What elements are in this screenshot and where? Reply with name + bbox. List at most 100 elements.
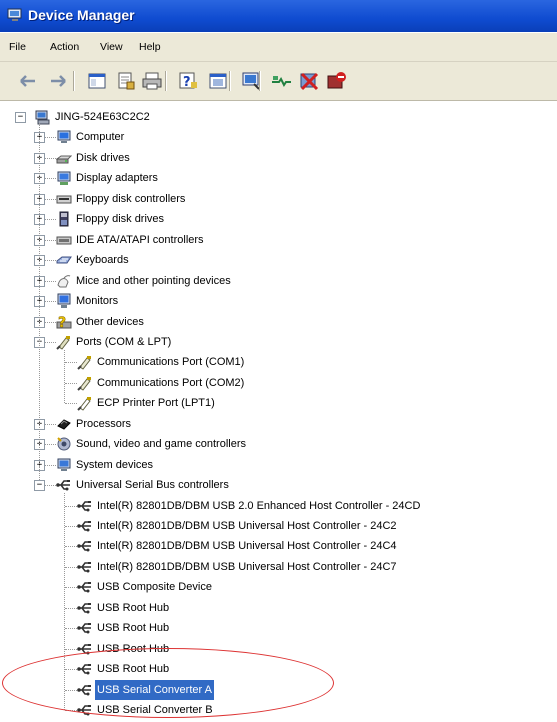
toolbar: ?	[0, 62, 557, 101]
tree-node-label: Intel(R) 82801DB/DBM USB Universal Host …	[97, 520, 397, 532]
sound-icon	[56, 436, 72, 452]
show-hide-tree-icon[interactable]	[86, 70, 108, 92]
usb-icon	[77, 498, 93, 514]
print-icon[interactable]	[141, 70, 163, 92]
tree-node[interactable]: Display adapters	[0, 168, 557, 188]
tree-node-label: ECP Printer Port (LPT1)	[97, 397, 215, 409]
computer-icon	[56, 129, 72, 145]
back-arrow-icon[interactable]	[17, 70, 39, 92]
usb-icon	[77, 600, 93, 616]
tree-node[interactable]: Mice and other pointing devices	[0, 271, 557, 291]
tree-node[interactable]: Computer	[0, 127, 557, 147]
properties-icon[interactable]	[115, 70, 137, 92]
port-icon	[56, 334, 72, 350]
tree-node[interactable]: ECP Printer Port (LPT1)	[0, 393, 557, 413]
usb-icon	[77, 579, 93, 595]
tree-node-label: Display adapters	[76, 172, 158, 184]
tree-node-label: JING-524E63C2C2	[55, 111, 150, 123]
tree-node-label: System devices	[76, 459, 154, 471]
tree-node[interactable]: ? Other devices	[0, 312, 557, 332]
tree-node[interactable]: Floppy disk controllers	[0, 189, 557, 209]
tree-node[interactable]: Floppy disk drives	[0, 209, 557, 229]
system-device-icon	[56, 457, 72, 473]
title-bar[interactable]: Device Manager	[0, 0, 557, 32]
tree-node[interactable]: Intel(R) 82801DB/DBM USB 2.0 Enhanced Ho…	[0, 496, 557, 516]
port-child-icon	[77, 375, 93, 391]
keyboard-icon	[56, 252, 72, 268]
tree-node[interactable]: USB Root Hub	[0, 598, 557, 618]
tree-node-label: Ports (COM & LPT)	[76, 336, 172, 348]
tree-node[interactable]: Intel(R) 82801DB/DBM USB Universal Host …	[0, 536, 557, 556]
tree-node-label: Computer	[76, 131, 125, 143]
disk-drive-icon	[56, 150, 72, 166]
usb-icon	[77, 538, 93, 554]
tree-node-label: USB Composite Device	[97, 581, 212, 593]
tree-node[interactable]: System devices	[0, 455, 557, 475]
usb-icon	[77, 518, 93, 534]
tree-node[interactable]: Keyboards	[0, 250, 557, 270]
tree-node-label: Sound, video and game controllers	[76, 438, 246, 450]
update-driver-icon[interactable]	[270, 70, 292, 92]
tree-node-label: Universal Serial Bus controllers	[76, 479, 229, 491]
forward-arrow-icon[interactable]	[47, 70, 69, 92]
toolbar-separator	[229, 71, 231, 91]
tree-node-label: Intel(R) 82801DB/DBM USB Universal Host …	[97, 561, 397, 573]
device-tree[interactable]: − JING-524E63C2C2 + Computer + Disk drives + Di…	[0, 101, 557, 722]
display-adapter-icon	[56, 170, 72, 186]
mouse-icon	[56, 273, 72, 289]
help-icon[interactable]: ?	[177, 70, 199, 92]
tree-node-label: Mice and other pointing devices	[76, 275, 231, 287]
tree-node-label: Floppy disk controllers	[76, 193, 186, 205]
tree-node[interactable]: JING-524E63C2C2	[0, 107, 557, 127]
monitor-icon	[56, 293, 72, 309]
tree-node[interactable]: Sound, video and game controllers	[0, 434, 557, 454]
tree-node-label: Communications Port (COM2)	[97, 377, 245, 389]
floppy-controller-icon	[56, 191, 72, 207]
svg-text:?: ?	[58, 315, 66, 330]
tree-node[interactable]: USB Root Hub	[0, 618, 557, 638]
tree-node-label: USB Root Hub	[97, 622, 170, 634]
tree-node-label: Monitors	[76, 295, 119, 307]
menu-file[interactable]: File	[9, 41, 26, 53]
tree-node[interactable]: Disk drives	[0, 148, 557, 168]
tree-node[interactable]: Monitors	[0, 291, 557, 311]
disable-icon[interactable]	[325, 70, 347, 92]
tree-guide-line	[64, 350, 65, 403]
tree-node[interactable]: IDE ATA/ATAPI controllers	[0, 230, 557, 250]
uninstall-icon[interactable]	[298, 70, 320, 92]
tree-node-label: Disk drives	[76, 152, 130, 164]
ide-controller-icon	[56, 232, 72, 248]
annotation-ellipse	[2, 648, 334, 718]
tree-node[interactable]: Processors	[0, 414, 557, 434]
menu-help[interactable]: Help	[139, 41, 161, 53]
tree-node[interactable]: Intel(R) 82801DB/DBM USB Universal Host …	[0, 557, 557, 577]
computer-root-icon	[35, 109, 51, 125]
tree-node[interactable]: Communications Port (COM1)	[0, 352, 557, 372]
tree-node-label: Communications Port (COM1)	[97, 356, 245, 368]
floppy-drive-icon	[56, 211, 72, 227]
svg-text:?: ?	[183, 75, 191, 90]
window-title: Device Manager	[28, 7, 135, 23]
tree-node-label: Keyboards	[76, 254, 129, 266]
unknown-device-icon: ?	[56, 314, 72, 330]
tree-node-label: IDE ATA/ATAPI controllers	[76, 234, 204, 246]
usb-icon	[77, 559, 93, 575]
tree-node-label: USB Root Hub	[97, 602, 170, 614]
tree-node[interactable]: Communications Port (COM2)	[0, 373, 557, 393]
tree-node-label: Intel(R) 82801DB/DBM USB Universal Host …	[97, 540, 397, 552]
toggle-view-icon[interactable]	[207, 70, 229, 92]
tree-node[interactable]: Universal Serial Bus controllers	[0, 475, 557, 495]
printer-port-icon	[77, 395, 93, 411]
menu-action[interactable]: Action	[50, 41, 79, 53]
tree-node[interactable]: Ports (COM & LPT)	[0, 332, 557, 352]
device-manager-icon	[7, 8, 23, 22]
tree-node[interactable]: USB Composite Device	[0, 577, 557, 597]
tree-node-label: Processors	[76, 418, 132, 430]
menu-view[interactable]: View	[100, 41, 123, 53]
tree-guide-line	[39, 123, 40, 480]
port-child-icon	[77, 354, 93, 370]
tree-node-label: Other devices	[76, 316, 144, 328]
tree-node-label: Intel(R) 82801DB/DBM USB 2.0 Enhanced Ho…	[97, 500, 421, 512]
processor-icon	[56, 416, 72, 432]
tree-node[interactable]: Intel(R) 82801DB/DBM USB Universal Host …	[0, 516, 557, 536]
